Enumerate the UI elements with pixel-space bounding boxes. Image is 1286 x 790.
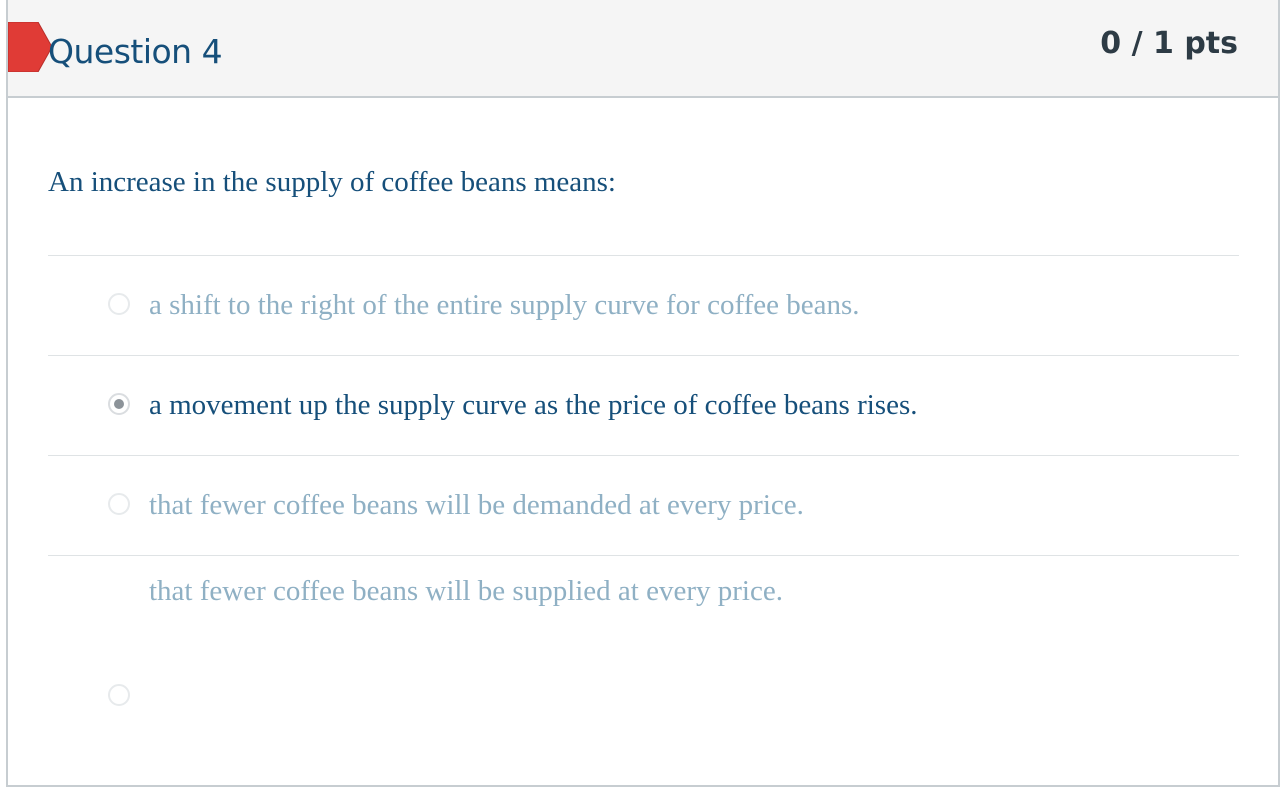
answer-radio-button[interactable] <box>108 493 130 515</box>
question-points: 0 / 1 pts <box>1100 26 1238 61</box>
question-card: Question 4 0 / 1 pts An increase in the … <box>6 0 1280 787</box>
answer-option-4[interactable]: that fewer coffee beans will be supplied… <box>48 556 1239 756</box>
answer-label: a shift to the right of the entire suppl… <box>149 289 860 321</box>
answer-option-2[interactable]: a movement up the supply curve as the pr… <box>48 356 1239 455</box>
question-header: Question 4 0 / 1 pts <box>8 0 1278 98</box>
question-text: An increase in the supply of coffee bean… <box>48 166 616 198</box>
answer-label: that fewer coffee beans will be demanded… <box>149 489 804 521</box>
question-title: Question 4 <box>48 32 223 71</box>
answer-label: that fewer coffee beans will be supplied… <box>149 575 783 607</box>
answer-radio-button[interactable] <box>108 293 130 315</box>
answer-label: a movement up the supply curve as the pr… <box>149 389 918 421</box>
answer-radio-button-selected[interactable] <box>108 393 130 415</box>
answer-option-3[interactable]: that fewer coffee beans will be demanded… <box>48 456 1239 555</box>
answer-option-1[interactable]: a shift to the right of the entire suppl… <box>48 256 1239 355</box>
answer-radio-button[interactable] <box>108 684 130 706</box>
incorrect-answer-flag-icon <box>8 22 52 72</box>
